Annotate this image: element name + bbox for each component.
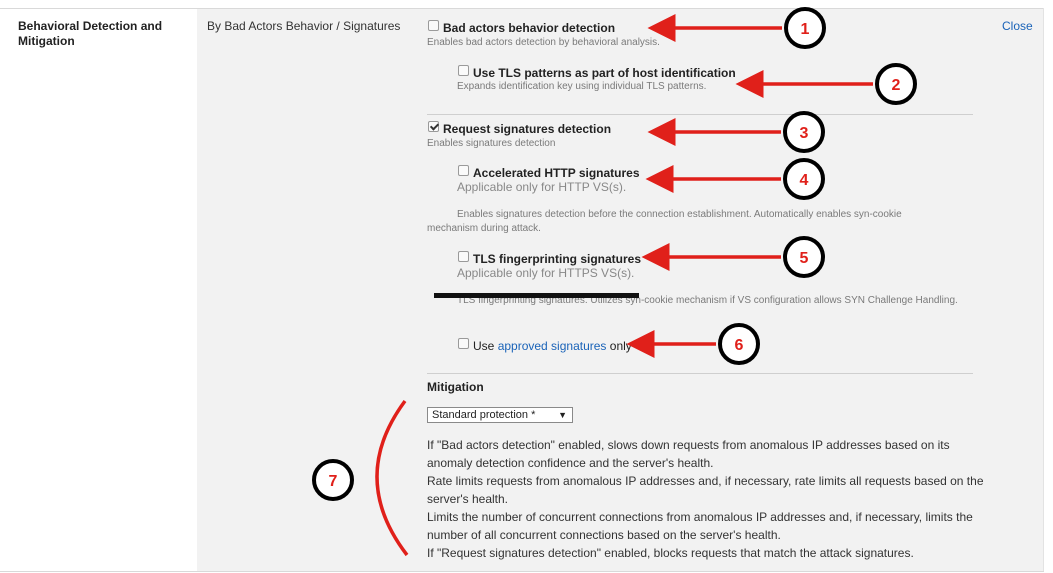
accelerated-http-label: Accelerated HTTP signatures: [473, 166, 640, 180]
approved-prefix: Use: [473, 339, 495, 353]
bad-actors-checkbox[interactable]: [428, 20, 439, 31]
mitigation-selected-value: Standard protection *: [432, 409, 536, 421]
redaction-bar: [434, 293, 639, 298]
section-title: Behavioral Detection and Mitigation: [18, 19, 163, 48]
mitigation-desc-2: Rate limits requests from anomalous IP a…: [427, 474, 984, 506]
request-signatures-hint: Enables signatures detection: [427, 138, 556, 149]
tls-fingerprinting-applicable: Applicable only for HTTPS VS(s).: [457, 266, 635, 280]
mitigation-heading: Mitigation: [427, 380, 484, 394]
section-label-column: [7, 9, 197, 571]
close-link[interactable]: Close: [1002, 19, 1033, 33]
accelerated-http-checkbox[interactable]: [458, 165, 469, 176]
accelerated-http-applicable: Applicable only for HTTP VS(s).: [457, 180, 627, 194]
dropdown-arrow-icon: ▼: [558, 410, 567, 420]
request-signatures-checkbox[interactable]: [428, 121, 439, 132]
approved-signatures-link[interactable]: approved signatures: [498, 339, 607, 353]
divider: [427, 373, 973, 374]
bottom-border: [0, 571, 1044, 572]
settings-frame: Behavioral Detection and Mitigation By B…: [0, 0, 1053, 573]
divider: [427, 114, 973, 115]
approved-signatures-checkbox[interactable]: [458, 338, 469, 349]
tls-patterns-label: Use TLS patterns as part of host identif…: [473, 66, 736, 80]
right-border: [1043, 8, 1044, 572]
approved-signatures-label: Use approved signatures only: [473, 339, 632, 353]
mitigation-select[interactable]: Standard protection * ▼: [427, 407, 573, 423]
mitigation-desc-4: If "Request signatures detection" enable…: [427, 546, 914, 560]
bad-actors-label: Bad actors behavior detection: [443, 21, 616, 35]
request-signatures-label: Request signatures detection: [443, 122, 612, 136]
approved-suffix: only: [609, 339, 632, 353]
tls-fingerprinting-checkbox[interactable]: [458, 251, 469, 262]
tls-patterns-checkbox[interactable]: [458, 65, 469, 76]
tls-patterns-hint: Expands identification key using individ…: [457, 81, 707, 92]
tls-fingerprinting-label: TLS fingerprinting signatures: [473, 252, 642, 266]
mitigation-desc-3: Limits the number of concurrent connecti…: [427, 510, 973, 542]
bad-actors-hint: Enables bad actors detection by behavior…: [427, 37, 660, 48]
breadcrumb: By Bad Actors Behavior / Signatures: [207, 19, 401, 33]
mitigation-desc-1: If "Bad actors detection" enabled, slows…: [427, 438, 950, 470]
accelerated-http-hint: Enables signatures detection before the …: [427, 209, 902, 234]
